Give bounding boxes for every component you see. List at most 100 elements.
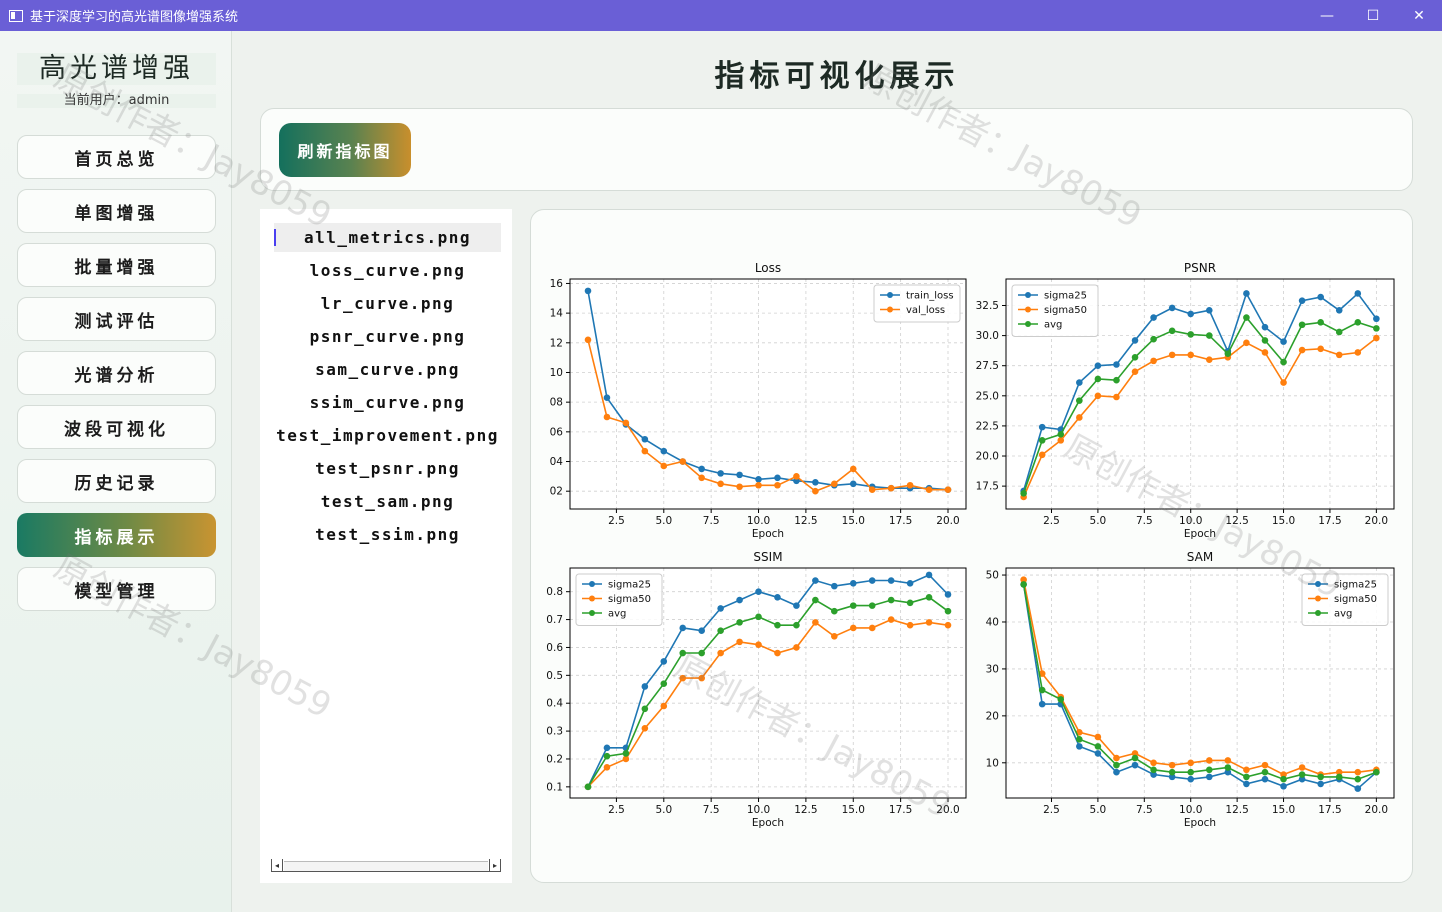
nav-model-management[interactable]: 模型管理 xyxy=(17,567,216,611)
data-point-avg xyxy=(774,621,781,629)
data-point-avg xyxy=(1280,775,1287,783)
file-name: psnr_curve.png xyxy=(309,327,466,346)
legend-marker xyxy=(589,610,595,616)
data-point-avg xyxy=(717,627,724,635)
file-list-item[interactable]: test_improvement.png xyxy=(274,421,501,450)
file-list-item[interactable]: loss_curve.png xyxy=(274,256,501,285)
data-point-avg xyxy=(641,705,649,713)
data-point-sigma25 xyxy=(698,627,705,635)
refresh-metrics-button[interactable]: 刷新指标图 xyxy=(279,123,411,177)
x-tick-label: 15.0 xyxy=(1272,515,1295,527)
data-point-sigma50 xyxy=(736,638,743,646)
x-tick-label: 7.5 xyxy=(703,515,720,527)
x-tick-label: 12.5 xyxy=(794,804,817,816)
data-point-sigma25 xyxy=(1280,782,1287,790)
nav-home[interactable]: 首页总览 xyxy=(17,135,216,179)
nav-metrics-display[interactable]: 指标展示 xyxy=(17,513,216,557)
y-tick-label: 12 xyxy=(550,337,563,349)
data-point-train_loss xyxy=(755,476,762,483)
file-list-item[interactable]: lr_curve.png xyxy=(274,289,501,318)
data-point-avg xyxy=(925,593,933,601)
nav-single-enhance[interactable]: 单图增强 xyxy=(17,189,216,233)
data-point-val_loss xyxy=(736,483,743,491)
chart-title: SAM xyxy=(1187,550,1213,564)
y-tick-label: 30.0 xyxy=(976,330,999,342)
data-point-sigma25 xyxy=(755,588,762,595)
nav-batch-enhance[interactable]: 批量增强 xyxy=(17,243,216,287)
file-list-item[interactable]: test_psnr.png xyxy=(274,454,501,483)
file-list-item[interactable]: test_sam.png xyxy=(274,487,501,516)
file-list-item[interactable]: ssim_curve.png xyxy=(274,388,501,417)
data-point-train_loss xyxy=(717,470,724,477)
data-point-avg xyxy=(584,783,592,791)
data-point-val_loss xyxy=(887,484,895,492)
file-list-horizontal-scrollbar[interactable]: ◂ ▸ xyxy=(271,859,501,872)
x-axis-label: Epoch xyxy=(1184,817,1216,829)
data-point-sigma25 xyxy=(1354,785,1362,792)
data-point-sigma50 xyxy=(1205,356,1213,363)
file-list-item[interactable]: psnr_curve.png xyxy=(274,322,501,351)
nav-test-eval[interactable]: 测试评估 xyxy=(17,297,216,341)
scrollbar-track[interactable] xyxy=(284,861,488,871)
data-point-avg xyxy=(1168,327,1176,335)
file-list-item[interactable]: sam_curve.png xyxy=(274,355,501,384)
y-tick-label: 0.3 xyxy=(546,726,563,738)
data-point-sigma50 xyxy=(1373,334,1380,342)
data-point-sigma25 xyxy=(868,577,876,584)
data-point-sigma50 xyxy=(793,644,800,651)
data-point-sigma50 xyxy=(679,674,687,682)
data-point-avg xyxy=(1298,771,1306,778)
data-point-sigma50 xyxy=(1094,392,1102,400)
chart-sam: 2.5 5.0 7.5 10.0 12.5 15.0 17.5 20.0 10 20 30 40 50 S… xyxy=(986,550,1395,829)
legend-label: avg xyxy=(608,609,626,620)
nav-history[interactable]: 历史记录 xyxy=(17,459,216,503)
chart-ssim: 2.5 5.0 7.5 10.0 12.5 15.0 17.5 20.0 0.1 0.2 0.3 0.… xyxy=(546,550,967,829)
data-point-avg xyxy=(736,619,743,626)
data-point-val_loss xyxy=(868,486,876,494)
file-name: loss_curve.png xyxy=(309,261,466,280)
maximize-button[interactable]: ☐ xyxy=(1350,0,1396,31)
y-tick-label: 30 xyxy=(986,663,999,675)
data-point-sigma25 xyxy=(1205,773,1213,781)
data-point-val_loss xyxy=(849,465,857,473)
data-point-train_loss xyxy=(698,465,705,473)
nav-band-visualization[interactable]: 波段可视化 xyxy=(17,405,216,449)
y-tick-label: 08 xyxy=(550,397,563,409)
data-point-sigma50 xyxy=(1335,351,1343,359)
data-point-sigma25 xyxy=(812,577,819,584)
chart-psnr: 2.5 5.0 7.5 10.0 12.5 15.0 17.5 20.0 17.5 20.0 22.… xyxy=(976,261,1395,540)
x-tick-label: 15.0 xyxy=(842,804,865,816)
close-button[interactable]: ✕ xyxy=(1396,0,1442,31)
data-point-val_loss xyxy=(925,486,933,494)
data-point-sigma25 xyxy=(1113,768,1120,776)
scroll-left-arrow-icon[interactable]: ◂ xyxy=(271,859,283,872)
nav-spectrum-analysis[interactable]: 光谱分析 xyxy=(17,351,216,395)
data-point-avg xyxy=(660,680,668,687)
data-point-sigma25 xyxy=(887,577,895,584)
y-tick-label: 32.5 xyxy=(976,300,999,312)
data-point-avg xyxy=(1243,773,1250,781)
data-point-sigma25 xyxy=(1187,775,1195,783)
data-point-sigma25 xyxy=(717,605,724,612)
scroll-right-arrow-icon[interactable]: ▸ xyxy=(489,859,501,872)
file-list-item[interactable]: test_ssim.png xyxy=(274,520,501,549)
data-point-avg xyxy=(868,602,876,609)
data-point-sigma25 xyxy=(944,591,952,598)
file-list-item[interactable]: all_metrics.png xyxy=(274,223,501,252)
x-tick-label: 15.0 xyxy=(842,515,865,527)
data-point-avg xyxy=(1335,773,1343,781)
y-tick-label: 06 xyxy=(550,426,564,438)
data-point-sigma50 xyxy=(1280,379,1287,386)
data-point-sigma50 xyxy=(1131,368,1139,376)
legend-label: sigma25 xyxy=(1334,580,1377,591)
data-point-sigma25 xyxy=(1094,362,1102,370)
y-tick-label: 25.0 xyxy=(976,390,999,402)
data-point-avg xyxy=(1224,764,1232,771)
metrics-charts: 2.5 5.0 7.5 10.0 12.5 15.0 17.5 20.0 02 04 06 08 10 1… xyxy=(546,261,1395,829)
data-point-sigma50 xyxy=(1354,768,1362,776)
legend-label: sigma50 xyxy=(1044,305,1087,316)
data-point-val_loss xyxy=(622,419,630,427)
y-tick-label: 22.5 xyxy=(976,420,999,432)
minimize-button[interactable]: — xyxy=(1304,0,1350,31)
data-point-val_loss xyxy=(698,474,705,482)
